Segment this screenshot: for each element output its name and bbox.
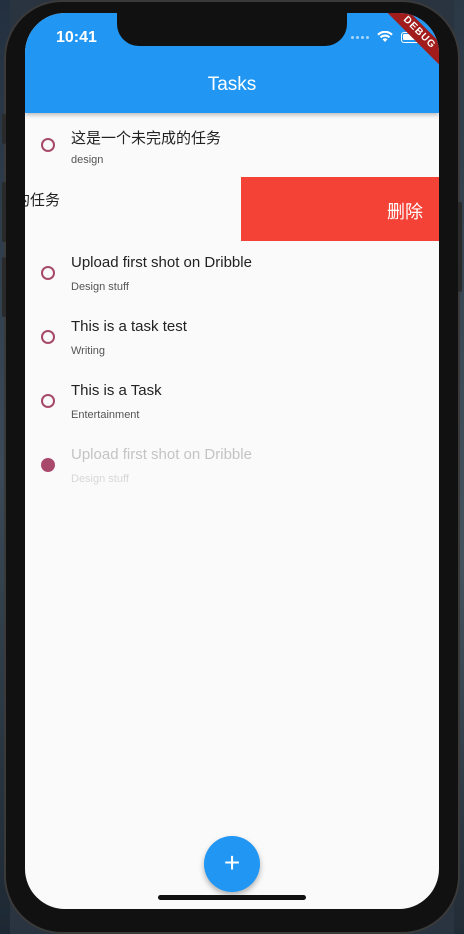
task-checkbox[interactable]	[41, 394, 55, 408]
task-title: Upload first shot on Dribble	[71, 254, 252, 271]
volume-up-button	[2, 182, 6, 242]
add-task-button[interactable]: +	[204, 836, 260, 892]
cellular-signal-icon	[351, 35, 369, 39]
app-bar: 10:41 DEBUG Tasks	[25, 13, 439, 113]
task-subtitle: Entertainment	[71, 409, 140, 421]
home-indicator[interactable]	[158, 895, 306, 900]
task-subtitle: Writing	[71, 345, 106, 357]
task-title: Upload first shot on Dribble	[71, 446, 252, 463]
task-item[interactable]: 这是一个未完成的任务 design	[25, 113, 439, 177]
plus-icon: +	[223, 847, 241, 878]
page-title: Tasks	[207, 74, 257, 95]
task-title: This is a Task	[71, 382, 162, 399]
task-item[interactable]: Upload first shot on Dribble Design stuf…	[25, 433, 439, 497]
debug-banner: DEBUG	[377, 13, 439, 75]
notch	[117, 13, 347, 46]
task-title: 这是一个未完成的任务	[71, 130, 222, 147]
swipe-delete-background[interactable]: 删除	[241, 177, 439, 241]
task-subtitle: Design stuff	[71, 473, 129, 485]
mute-switch	[2, 114, 6, 144]
delete-label: 删除	[387, 202, 423, 222]
task-item[interactable]: This is a task test Writing	[25, 305, 439, 369]
task-subtitle: Design stuff	[71, 281, 129, 293]
volume-down-button	[2, 257, 6, 317]
app-screen: 10:41 DEBUG Tasks 这是一个未完成的任务 design 的任务 …	[25, 13, 439, 909]
task-item[interactable]: This is a Task Entertainment	[25, 369, 439, 433]
wifi-icon	[377, 31, 393, 42]
status-time: 10:41	[56, 29, 97, 46]
swiped-task-title[interactable]: 的任务	[25, 189, 60, 210]
task-checkbox[interactable]	[41, 266, 55, 280]
power-button	[458, 202, 462, 292]
task-checkbox-checked[interactable]	[41, 458, 55, 472]
task-checkbox[interactable]	[41, 138, 55, 152]
task-item[interactable]: Upload first shot on Dribble Design stuf…	[25, 241, 439, 305]
task-checkbox[interactable]	[41, 330, 55, 344]
task-title: This is a task test	[71, 318, 187, 335]
task-subtitle: design	[71, 154, 104, 166]
